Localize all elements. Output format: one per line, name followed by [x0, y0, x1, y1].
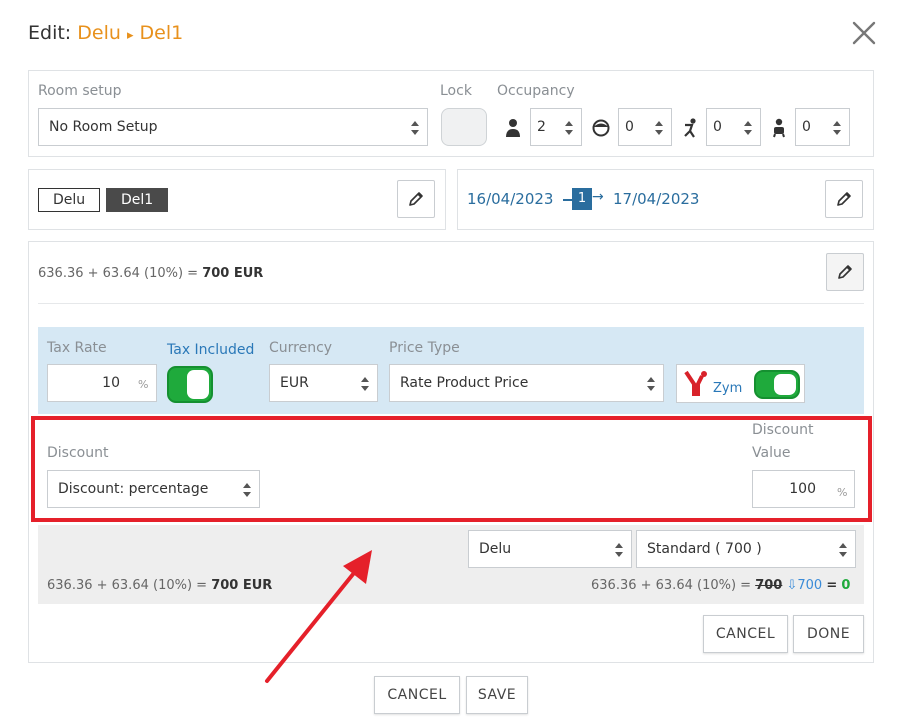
tax-rate-value: 10: [102, 375, 120, 391]
inner-cancel-button[interactable]: CANCEL: [703, 615, 788, 653]
kids-value: 0: [713, 119, 722, 135]
checkin-date: 16/04/2023: [467, 190, 554, 208]
children-value: 0: [625, 119, 634, 135]
channel-toggle[interactable]: [754, 370, 800, 399]
occupancy-label: Occupancy: [497, 83, 575, 99]
rate-summary-left: 636.36 + 63.64 (10%) = 700 EUR: [47, 578, 272, 593]
room-setup-label: Room setup: [38, 83, 122, 99]
channel-label: Zym: [713, 381, 743, 396]
rate-plan-select[interactable]: Standard ( 700 ): [636, 530, 856, 568]
currency-select[interactable]: EUR: [269, 364, 378, 402]
pencil-icon: [837, 192, 851, 206]
adult-icon: [505, 118, 521, 142]
lock-label: Lock: [440, 83, 472, 99]
edit-price-button[interactable]: [826, 253, 864, 291]
lock-toggle[interactable]: [441, 108, 487, 146]
kid-icon: [682, 118, 698, 142]
tax-rate-label: Tax Rate: [47, 340, 107, 356]
bed-tag: Del1: [106, 188, 169, 212]
rate-left-base: 636.36 + 63.64 (10%) =: [47, 578, 212, 593]
room-tag: Delu: [38, 188, 101, 212]
dialog-title: Edit: Delu ▸ Del1: [28, 22, 183, 44]
footer-cancel-button[interactable]: CANCEL: [374, 676, 460, 714]
channel-logo-icon: [684, 370, 708, 400]
select-arrows-icon: [839, 531, 847, 572]
rate-eq: =: [826, 578, 838, 593]
rate-room-value: Delu: [479, 541, 512, 557]
rate-new-price: 700: [797, 578, 823, 593]
currency-value: EUR: [280, 375, 309, 391]
adults-stepper[interactable]: 2: [530, 108, 582, 146]
divider: [38, 303, 864, 304]
tax-included-label: Tax Included: [167, 342, 255, 358]
price-type-select[interactable]: Rate Product Price: [389, 364, 664, 402]
child-icon: [592, 119, 610, 141]
select-arrows-icon: [833, 109, 841, 150]
infant-icon: [771, 118, 787, 142]
edit-label: Edit:: [28, 22, 72, 44]
rate-old-price: 700: [755, 578, 783, 593]
kids-stepper[interactable]: 0: [706, 108, 761, 146]
breadcrumb-separator: ▸: [126, 28, 134, 43]
price-type-label: Price Type: [389, 340, 460, 356]
select-arrows-icon: [615, 531, 623, 572]
pencil-icon: [838, 265, 852, 279]
select-arrows-icon: [361, 365, 369, 406]
price-summary-base: 636.36 + 63.64 (10%) =: [38, 266, 203, 281]
select-arrows-icon: [744, 109, 752, 150]
price-summary: 636.36 + 63.64 (10%) = 700 EUR: [38, 266, 263, 281]
checkout-date: 17/04/2023: [613, 190, 700, 208]
currency-label: Currency: [269, 340, 333, 356]
close-icon[interactable]: [850, 19, 878, 47]
rate-right-base: 636.36 + 63.64 (10%) =: [591, 578, 756, 593]
children-stepper[interactable]: 0: [618, 108, 672, 146]
tax-unit: %: [138, 378, 149, 391]
select-arrows-icon: [411, 109, 419, 150]
room-name: Delu: [77, 22, 121, 44]
nights-badge: 1: [572, 188, 592, 210]
save-button[interactable]: SAVE: [466, 676, 528, 714]
price-summary-total: 700 EUR: [202, 266, 264, 281]
annotation-arrow-icon: [262, 546, 377, 690]
arrow-right-icon: →: [592, 189, 604, 205]
select-arrows-icon: [647, 365, 655, 406]
rate-summary-right: 636.36 + 63.64 (10%) = 700 ⇩700 = 0: [591, 578, 850, 593]
infants-stepper[interactable]: 0: [795, 108, 850, 146]
room-setup-select[interactable]: No Room Setup: [38, 108, 428, 146]
rate-plan-value: Standard ( 700 ): [647, 541, 762, 557]
adults-value: 2: [537, 119, 546, 135]
rate-diff: 0: [841, 578, 851, 593]
arrow-down-icon: ⇩: [786, 578, 798, 593]
bed-name: Del1: [139, 22, 184, 44]
highlight-box: [31, 416, 872, 522]
price-type-value: Rate Product Price: [400, 375, 529, 391]
select-arrows-icon: [655, 109, 663, 150]
done-button[interactable]: DONE: [793, 615, 864, 653]
infants-value: 0: [802, 119, 811, 135]
rate-room-select[interactable]: Delu: [468, 530, 632, 568]
edit-room-button[interactable]: [397, 180, 435, 218]
room-setup-value: No Room Setup: [49, 119, 158, 135]
select-arrows-icon: [565, 109, 573, 150]
pencil-icon: [409, 192, 423, 206]
edit-dates-button[interactable]: [825, 180, 863, 218]
tax-included-toggle[interactable]: [167, 366, 213, 403]
